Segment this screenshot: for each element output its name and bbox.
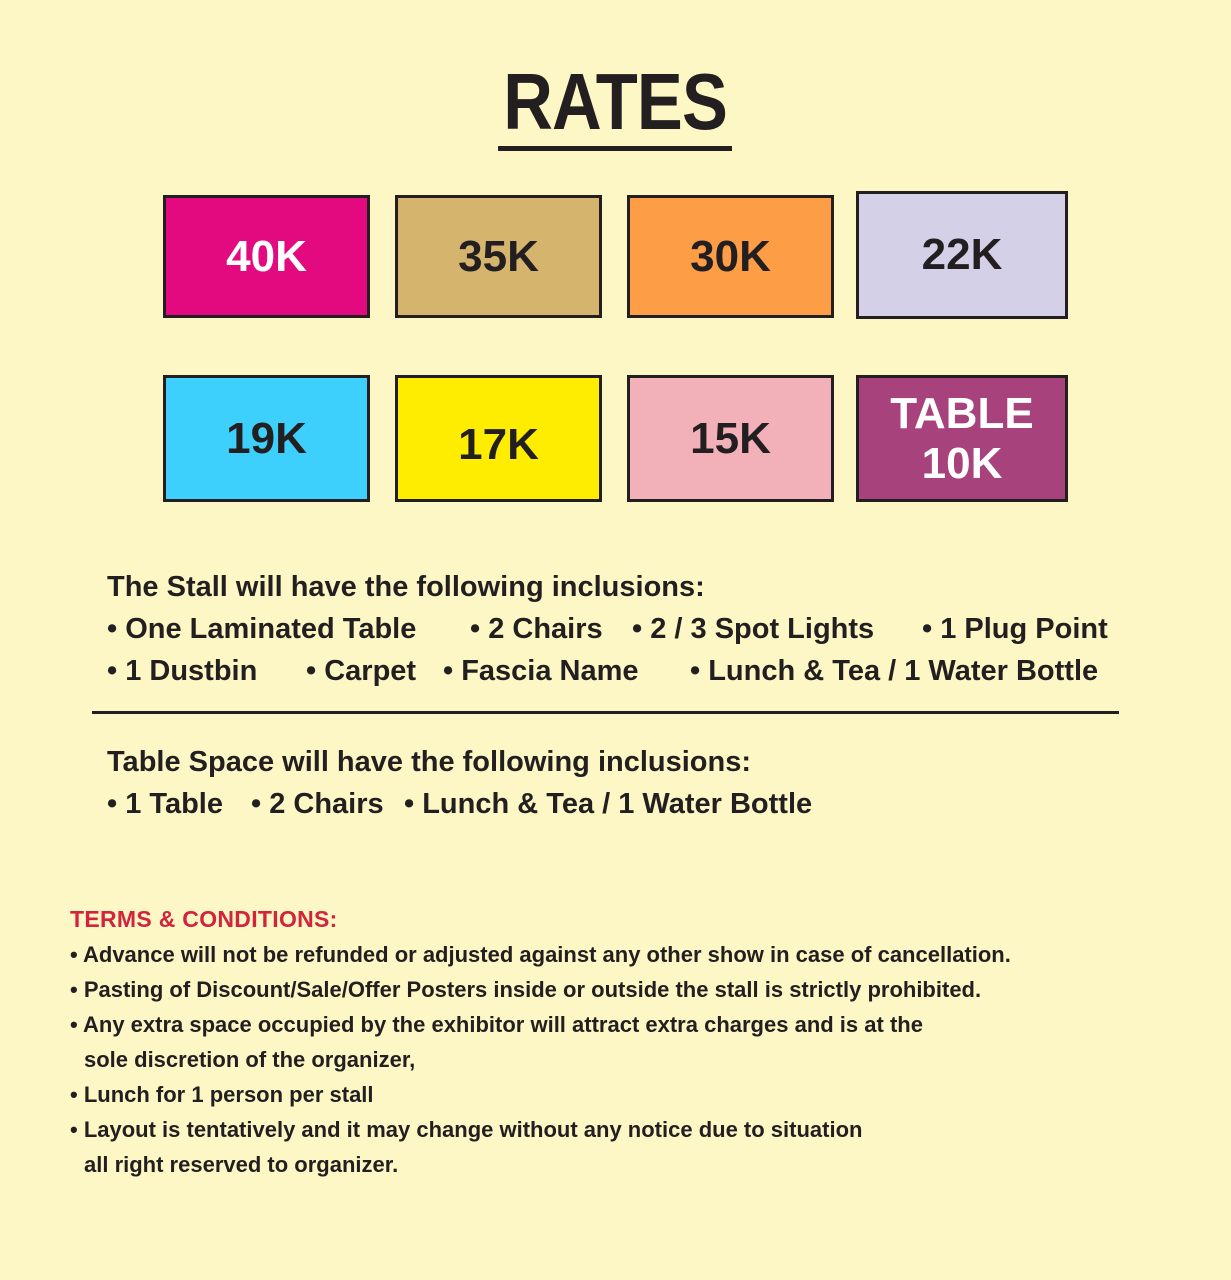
term-item-continuation: sole discretion of the organizer,: [84, 1047, 416, 1072]
rate-label: 19K: [226, 413, 307, 463]
rate-box-19k: 19K: [163, 375, 370, 502]
table-inclusions-heading: Table Space will have the following incl…: [107, 746, 752, 778]
inclusion-item: • Lunch & Tea / 1 Water Bottle: [404, 788, 813, 820]
inclusion-item: • One Laminated Table: [107, 613, 417, 645]
rate-label: 40K: [226, 231, 307, 281]
inclusion-item: • Fascia Name: [443, 655, 639, 687]
rate-box-30k: 30K: [627, 195, 834, 318]
rate-box-22k: 22K: [856, 191, 1068, 319]
rate-box-15k: 15K: [627, 375, 834, 502]
rate-box-35k: 35K: [395, 195, 602, 318]
section-divider: [92, 711, 1119, 714]
terms-heading: TERMS & CONDITIONS:: [70, 906, 338, 932]
term-item: • Advance will not be refunded or adjust…: [70, 942, 1011, 967]
inclusion-item: • 2 Chairs: [251, 788, 384, 820]
rate-label-line2: 10K: [921, 438, 1003, 488]
term-item: • Lunch for 1 person per stall: [70, 1082, 374, 1107]
term-item: • Pasting of Discount/Sale/Offer Posters…: [70, 977, 982, 1002]
stall-inclusions-heading: The Stall will have the following inclus…: [107, 571, 705, 603]
term-item-continuation: all right reserved to organizer.: [84, 1152, 399, 1177]
rates-page: { "title": "RATES", "rates": [ {"label":…: [0, 0, 1231, 1280]
inclusion-item: • Lunch & Tea / 1 Water Bottle: [690, 655, 1099, 687]
inclusion-item: • 1 Plug Point: [922, 613, 1108, 645]
term-item: • Any extra space occupied by the exhibi…: [70, 1012, 923, 1037]
inclusion-item: • Carpet: [306, 655, 417, 687]
table-inclusions-row: • 1 Table • 2 Chairs • Lunch & Tea / 1 W…: [0, 787, 1231, 821]
page-title: RATES: [0, 58, 1231, 151]
rate-label: 22K: [921, 230, 1003, 279]
rate-label: 15K: [690, 413, 771, 463]
stall-inclusions-row-1: • One Laminated Table • 2 Chairs • 2 / 3…: [0, 612, 1231, 646]
inclusion-item: • 2 Chairs: [470, 613, 603, 645]
term-item: • Layout is tentatively and it may chang…: [70, 1117, 863, 1142]
rate-box-17k: 17K: [395, 375, 602, 502]
rate-label: 35K: [458, 231, 539, 281]
rate-label-line1: TABLE: [890, 388, 1034, 438]
rate-label: 30K: [690, 231, 771, 281]
inclusion-item: • 1 Table: [107, 788, 223, 820]
rate-box-40k: 40K: [163, 195, 370, 318]
inclusion-item: • 1 Dustbin: [107, 655, 258, 687]
inclusion-item: • 2 / 3 Spot Lights: [632, 613, 875, 645]
rate-label: 17K: [458, 419, 539, 469]
stall-inclusions-row-2: • 1 Dustbin • Carpet • Fascia Name • Lun…: [0, 654, 1231, 688]
rate-box-table-10k: TABLE 10K: [856, 375, 1068, 502]
page-title-text: RATES: [498, 58, 733, 151]
